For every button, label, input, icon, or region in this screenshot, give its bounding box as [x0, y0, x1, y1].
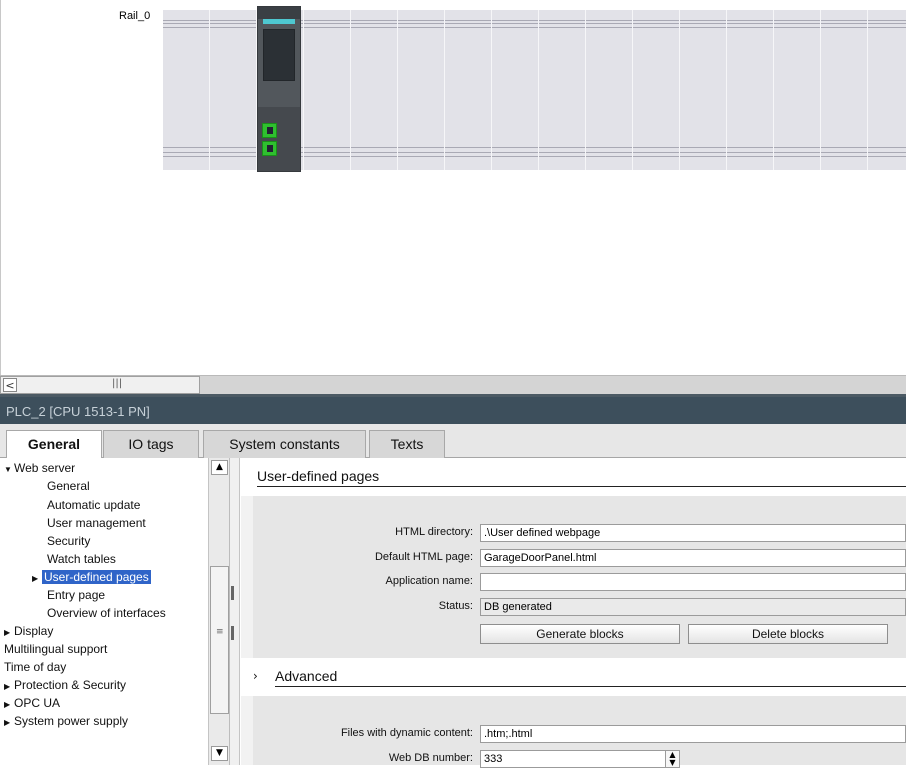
nav-item-general[interactable]: General [47, 477, 90, 495]
nav-item-protection-security[interactable]: ▶ Protection & Security [4, 676, 126, 694]
inspector-title: PLC_2 [CPU 1513-1 PN] [6, 404, 150, 419]
section-advanced: › Advanced [241, 658, 906, 696]
nav-item-display[interactable]: ▶ Display [4, 622, 53, 640]
section-user-defined-pages: User-defined pages [241, 458, 906, 496]
section-title[interactable]: Advanced [275, 668, 344, 684]
nav-item-overview-of-interfaces[interactable]: Overview of interfaces [47, 604, 166, 622]
scroll-up-arrow-icon[interactable]: ▲ [211, 460, 228, 475]
status-field: DB generated [480, 598, 906, 616]
dynamic-content-field[interactable]: .htm;.html [480, 725, 906, 743]
nav-item-opc-ua[interactable]: ▶ OPC UA [4, 694, 60, 712]
delete-blocks-button[interactable]: Delete blocks [688, 624, 888, 644]
settings-nav-tree: ▼ Web server General Automatic update Use… [0, 458, 230, 765]
nav-vertical-scrollbar[interactable]: ▲ ≡ ▼ [208, 458, 229, 765]
nav-item-entry-page[interactable]: Entry page [47, 586, 105, 604]
scroll-left-arrow-icon[interactable]: < [3, 378, 17, 392]
dynamic-content-label: Files with dynamic content: [340, 727, 473, 739]
application-name-label: Application name: [385, 575, 473, 587]
triangle-right-icon[interactable]: ▶ [4, 714, 14, 732]
splitter-nub [231, 586, 234, 600]
web-db-number-label: Web DB number: [388, 752, 473, 764]
scroll-grip-icon[interactable]: ||| [112, 378, 122, 389]
tab-io-tags[interactable]: IO tags [103, 430, 199, 458]
html-directory-field[interactable]: .\User defined webpage [480, 524, 906, 542]
cpu-brand-strip [263, 19, 295, 24]
rail-label: Rail_0 [119, 10, 151, 22]
cpu-module[interactable] [257, 6, 301, 172]
triangle-right-icon[interactable]: ▶ [32, 570, 42, 588]
web-db-number-value: 333 [484, 753, 503, 765]
default-page-field[interactable]: GarageDoorPanel.html [480, 549, 906, 567]
device-view-canvas[interactable]: Rail_0 [0, 0, 906, 375]
nav-item-watch-tables[interactable]: Watch tables [47, 550, 116, 568]
section-title: User-defined pages [257, 468, 386, 484]
status-label: Status: [438, 600, 473, 612]
default-page-label: Default HTML page: [374, 551, 473, 563]
nav-item-automatic-update[interactable]: Automatic update [47, 496, 140, 514]
tab-texts[interactable]: Texts [369, 430, 445, 458]
generate-blocks-button[interactable]: Generate blocks [480, 624, 680, 644]
scroll-grip-icon: ≡ [216, 627, 224, 637]
ethernet-port-icon[interactable] [262, 141, 277, 156]
scrollbar-track[interactable]: < ||| [0, 376, 200, 394]
scrollbar-thumb[interactable]: ≡ [210, 566, 229, 714]
cpu-display [263, 29, 295, 81]
splitter-nub [231, 626, 234, 640]
tab-system-constants[interactable]: System constants [203, 430, 366, 458]
nav-item-multilingual-support[interactable]: Multilingual support [4, 640, 107, 658]
section-divider [257, 486, 906, 487]
nav-item-time-of-day[interactable]: Time of day [4, 658, 66, 676]
tab-general[interactable]: General [6, 430, 102, 459]
nav-item-user-defined-pages[interactable]: ▶ User-defined pages [32, 568, 151, 586]
application-name-field[interactable] [480, 573, 906, 591]
user-defined-pages-form: HTML directory: .\User defined webpage D… [253, 496, 906, 658]
properties-content: User-defined pages HTML directory: .\Use… [241, 458, 906, 768]
advanced-form: Files with dynamic content: .htm;.html W… [253, 696, 906, 768]
cpu-top-leds [258, 7, 300, 19]
ethernet-port-icon[interactable] [262, 123, 277, 138]
nav-item-web-server[interactable]: ▼ Web server [4, 459, 75, 477]
nav-item-security[interactable]: Security [47, 532, 90, 550]
html-directory-label: HTML directory: [395, 526, 473, 538]
panel-splitter[interactable] [230, 458, 240, 765]
section-divider [275, 686, 906, 687]
chevron-right-icon[interactable]: › [253, 669, 258, 683]
cpu-lower-panel [258, 107, 300, 171]
inspector-title-bar: PLC_2 [CPU 1513-1 PN] [0, 394, 906, 424]
inspector-tab-row: General IO tags System constants Texts [0, 424, 906, 459]
horizontal-scrollbar[interactable]: < ||| [0, 375, 906, 394]
scroll-down-arrow-icon[interactable]: ▼ [211, 746, 228, 761]
triangle-down-icon[interactable]: ▼ [4, 461, 14, 479]
nav-item-system-power-supply[interactable]: ▶ System power supply [4, 712, 128, 730]
web-db-number-field[interactable]: 333 [480, 750, 680, 768]
nav-item-user-management[interactable]: User management [47, 514, 146, 532]
